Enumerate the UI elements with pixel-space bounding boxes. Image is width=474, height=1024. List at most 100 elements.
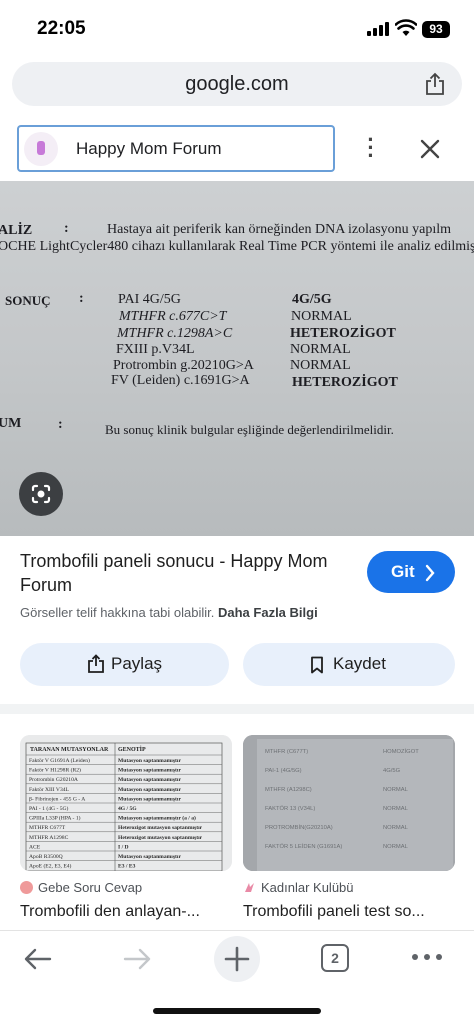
site-favicon-icon	[24, 132, 58, 166]
doc-header-line: Hastaya ait periferik kan örneğinden DNA…	[107, 222, 452, 237]
thumb-cell-test: MTHFR (C677T)	[265, 749, 308, 755]
more-options-icon[interactable]: · · ·	[361, 129, 381, 167]
section-divider	[0, 704, 474, 714]
back-arrow-icon[interactable]	[22, 945, 54, 973]
thumb-cell-genotype: Mutasyon saptanmamıştır	[118, 768, 181, 774]
site-name: Happy Mom Forum	[76, 139, 222, 158]
save-button[interactable]: Kaydet	[243, 643, 455, 686]
chevron-right-icon	[425, 564, 435, 582]
share-button-label: Paylaş	[111, 654, 163, 673]
doc-colon: :	[58, 417, 63, 432]
doc-header-line: OCHE LightCycler480 cihazı kullanılarak …	[0, 239, 474, 254]
doc-test-result: HETEROZİGOT	[290, 326, 396, 341]
thumbnail-table: MTHFR (C677T) HOMOZİGOT PAI-1 (4G/5G) 4G/5G…	[243, 735, 455, 871]
thumb-cell-test: FAKTÖR 13 (V34L)	[265, 805, 315, 812]
related-source-name: Gebe Soru Cevap	[38, 880, 143, 895]
thumb-cell-mutation: MTHFR A1298C	[29, 835, 69, 841]
related-title[interactable]: Trombofili paneli test so...	[243, 903, 425, 921]
result-title[interactable]: Trombofili paneli sonucu - Happy Mom For…	[20, 549, 340, 597]
more-info-link[interactable]: Daha Fazla Bilgi	[218, 605, 318, 620]
source-favicon-icon	[20, 881, 33, 894]
source-favicon-icon	[243, 881, 256, 894]
thumb-cell-genotype: Mutasyon saptanmamıştır	[118, 796, 181, 802]
thumb-cell-mutation: ACE	[29, 844, 41, 850]
thumb-cell-result: HOMOZİGOT	[383, 748, 419, 755]
more-menu-icon[interactable]	[409, 947, 445, 967]
visit-button-label: Git	[391, 562, 415, 581]
thumb-cell-mutation: PAI - 1 (4G - 5G)	[29, 805, 69, 812]
battery-indicator: 93	[422, 21, 450, 38]
thumb-cell-genotype: E3 / E3	[118, 864, 136, 870]
related-image-thumbnail[interactable]: TARANAN MUTASYONLAR GENOTİP Faktör V G16…	[20, 735, 232, 871]
thumb-cell-test: PAI-1 (4G/5G)	[265, 768, 302, 774]
thumb-cell-mutation: Protrombin G20210A	[29, 777, 78, 783]
thumb-cell-result: NORMAL	[383, 825, 409, 831]
related-source-name: Kadınlar Kulübü	[261, 880, 354, 895]
save-button-label: Kaydet	[333, 654, 386, 673]
visit-button[interactable]: Git	[367, 551, 455, 593]
wifi-icon	[395, 19, 417, 36]
thumb-cell-genotype: Mutasyon saptanmamıştır (a / a)	[118, 815, 196, 822]
home-indicator	[153, 1008, 321, 1014]
thumb-cell-test: PROTROMBİN(G20210A)	[265, 824, 333, 831]
related-source: Kadınlar Kulübü	[243, 880, 354, 895]
status-time: 22:05	[37, 18, 86, 39]
doc-test-name: FV (Leiden) c.1691G>A	[111, 373, 250, 388]
thumb-cell-mutation: Faktör V H1298R (R2)	[29, 767, 81, 774]
doc-test-name: FXIII p.V34L	[116, 342, 195, 357]
thumb-cell-genotype: Heterozigot mutasyon saptanmıştır	[118, 825, 203, 831]
thumb-header: TARANAN MUTASYONLAR	[30, 747, 109, 753]
thumb-cell-test: MTHFR (A1298C)	[265, 787, 312, 793]
thumb-cell-genotype: I / D	[118, 844, 129, 850]
close-icon[interactable]	[418, 137, 442, 161]
lens-button[interactable]	[19, 472, 63, 516]
doc-footer-text: Bu sonuç klinik bulgular eşliğinde değer…	[105, 422, 394, 437]
thumb-cell-genotype: Mutasyon saptanmamıştır	[118, 787, 181, 793]
thumb-cell-mutation: ApoB R3500Q	[29, 854, 63, 860]
thumb-cell-mutation: ApoE (E2, E3, E4)	[29, 863, 72, 870]
doc-test-result: NORMAL	[291, 309, 352, 324]
copyright-text: Görseller telif hakkına tabi olabilir.	[20, 605, 215, 620]
thumb-cell-genotype: Mutasyon saptanmamıştır	[118, 777, 181, 783]
thumb-cell-mutation: GPIIIa L33P (HPA - 1)	[29, 815, 81, 822]
doc-test-result: NORMAL	[290, 358, 351, 373]
doc-test-name: MTHFR c.1298A>C	[117, 326, 233, 341]
thumb-cell-mutation: Faktör V G1691A (Leiden)	[29, 757, 90, 764]
thumb-cell-genotype: Mutasyon saptanmamıştır	[118, 758, 181, 764]
thumb-cell-test: FAKTÖR 5 LEİDEN (G1691A)	[265, 843, 342, 850]
thumb-cell-mutation: Faktör XIII V34L	[29, 787, 70, 793]
doc-result-label: SONUÇ	[5, 293, 51, 308]
thumb-header: GENOTİP	[118, 746, 146, 753]
thumb-cell-mutation: β- Fibrinojen - 455 G - A	[29, 796, 85, 802]
copyright-notice: Görseller telif hakkına tabi olabilir. D…	[20, 605, 318, 620]
thumb-cell-result: NORMAL	[383, 806, 409, 812]
new-tab-button[interactable]	[214, 936, 260, 982]
thumb-cell-result: NORMAL	[383, 787, 409, 793]
related-source: Gebe Soru Cevap	[20, 880, 142, 895]
thumbnail-table: TARANAN MUTASYONLAR GENOTİP Faktör V G16…	[20, 735, 232, 871]
address-bar[interactable]: google.com	[12, 62, 462, 106]
share-button[interactable]: Paylaş	[20, 643, 229, 686]
related-title[interactable]: Trombofili den anlayan-...	[20, 903, 200, 921]
doc-test-result: HETEROZİGOT	[292, 375, 398, 390]
tab-switcher-button[interactable]: 2	[321, 944, 349, 972]
url-text[interactable]: google.com	[12, 73, 462, 96]
thumb-cell-mutation: MTHFR C677T	[29, 825, 66, 831]
doc-label: ALİZ	[0, 223, 33, 238]
related-image-thumbnail[interactable]: MTHFR (C677T) HOMOZİGOT PAI-1 (4G/5G) 4G/5G…	[243, 735, 455, 871]
forward-arrow-icon[interactable]	[121, 945, 153, 973]
thumb-cell-genotype: Mutasyon saptanmamıştır	[118, 854, 181, 860]
doc-label: UM	[0, 416, 22, 431]
doc-colon: :	[79, 291, 84, 306]
doc-test-result: NORMAL	[290, 342, 351, 357]
share-icon[interactable]	[424, 72, 446, 96]
bookmark-icon	[311, 656, 323, 674]
image-viewer-header: Happy Mom Forum · · ·	[0, 118, 474, 180]
thumb-cell-genotype: 4G / 5G	[118, 806, 137, 812]
lens-icon	[31, 484, 51, 504]
doc-test-result: 4G/5G	[292, 292, 332, 307]
cellular-signal-icon	[367, 22, 389, 36]
doc-test-name: PAI 4G/5G	[118, 292, 181, 307]
site-chip[interactable]: Happy Mom Forum	[17, 125, 335, 172]
image-preview[interactable]: ALİZ : Hastaya ait periferik kan örneğin…	[0, 181, 474, 536]
